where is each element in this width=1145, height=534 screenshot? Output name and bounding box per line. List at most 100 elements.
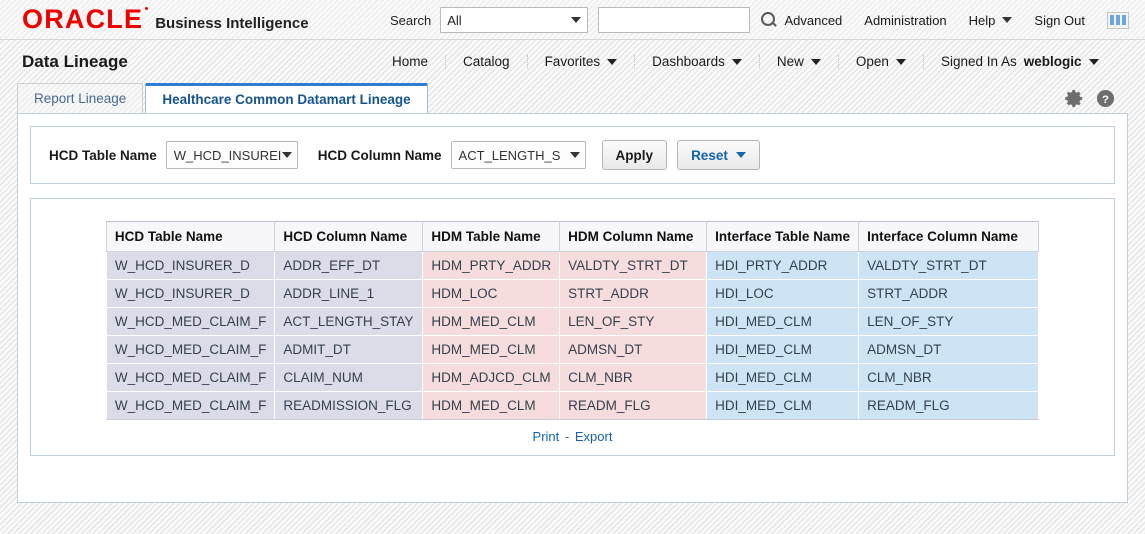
administration-link[interactable]: Administration — [864, 13, 946, 28]
tab-healthcare-common-datamart-lineage[interactable]: Healthcare Common Datamart Lineage — [145, 83, 427, 113]
lineage-table: HCD Table Name HCD Column Name HDM Table… — [106, 221, 1039, 420]
tab-label: Report Lineage — [34, 91, 126, 106]
tab-strip: Report Lineage Healthcare Common Datamar… — [0, 83, 1145, 113]
reset-button[interactable]: Reset — [677, 140, 760, 170]
cell-hdm-table-name: HDM_ADJCD_CLM — [423, 364, 560, 392]
cell-hcd-table-name: W_HCD_INSURER_D — [106, 280, 275, 308]
apply-button-label: Apply — [616, 148, 654, 163]
cell-hdm-column-name: READM_FLG — [560, 392, 707, 420]
chevron-down-icon — [570, 152, 580, 158]
nav-item-open[interactable]: Open — [839, 55, 924, 69]
cell-hcd-column-name: CLAIM_NUM — [275, 364, 423, 392]
help-menu[interactable]: Help — [969, 13, 1013, 28]
chevron-down-icon — [736, 152, 746, 158]
results-footer: Print - Export — [31, 429, 1114, 444]
cell-hdm-column-name: VALDTY_STRT_DT — [560, 252, 707, 280]
nav-item-catalog[interactable]: Catalog — [446, 55, 528, 69]
nav-item-dashboards[interactable]: Dashboards — [635, 55, 760, 69]
chevron-down-icon — [282, 152, 292, 158]
cell-hdm-table-name: HDM_MED_CLM — [423, 336, 560, 364]
global-nav-links: Home Catalog Favorites Dashboards New Op… — [375, 40, 1099, 83]
chevron-down-icon — [571, 17, 581, 23]
tab-tools: ? — [1065, 89, 1115, 108]
footer-separator: - — [563, 429, 571, 444]
hcd-table-name-select[interactable]: W_HCD_INSUREI — [166, 141, 298, 169]
search-scope-value: All — [447, 13, 461, 28]
app-bars-icon[interactable] — [1107, 12, 1129, 29]
page-nav: Data Lineage Home Catalog Favorites Dash… — [0, 40, 1145, 83]
gear-icon[interactable] — [1065, 89, 1084, 108]
nav-item-label: Home — [392, 54, 428, 69]
col-header-interface-table-name[interactable]: Interface Table Name — [707, 222, 859, 252]
apply-button[interactable]: Apply — [602, 140, 668, 170]
hcd-column-name-value: ACT_LENGTH_S — [459, 148, 561, 163]
cell-interface-column-name: LEN_OF_STY — [859, 308, 1039, 336]
cell-hcd-column-name: ADDR_LINE_1 — [275, 280, 423, 308]
table-row: W_HCD_MED_CLAIM_F CLAIM_NUM HDM_ADJCD_CL… — [106, 364, 1038, 392]
content-panel: HCD Table Name W_HCD_INSUREI HCD Column … — [17, 113, 1128, 503]
help-menu-label: Help — [969, 13, 996, 28]
cell-hcd-column-name: READMISSION_FLG — [275, 392, 423, 420]
col-header-hcd-column-name[interactable]: HCD Column Name — [275, 222, 423, 252]
col-header-interface-column-name[interactable]: Interface Column Name — [859, 222, 1039, 252]
search-input[interactable] — [598, 7, 750, 33]
tab-report-lineage[interactable]: Report Lineage — [17, 83, 143, 113]
nav-item-label: Catalog — [463, 54, 510, 69]
cell-interface-table-name: HDI_MED_CLM — [707, 364, 859, 392]
cell-interface-table-name: HDI_PRTY_ADDR — [707, 252, 859, 280]
cell-interface-column-name: CLM_NBR — [859, 364, 1039, 392]
table-row: W_HCD_INSURER_D ADDR_EFF_DT HDM_PRTY_ADD… — [106, 252, 1038, 280]
table-row: W_HCD_INSURER_D ADDR_LINE_1 HDM_LOC STRT… — [106, 280, 1038, 308]
cell-interface-table-name: HDI_MED_CLM — [707, 392, 859, 420]
nav-item-label: New — [777, 54, 804, 69]
cell-hcd-table-name: W_HCD_MED_CLAIM_F — [106, 336, 275, 364]
cell-hdm-column-name: ADMSN_DT — [560, 336, 707, 364]
chevron-down-icon — [607, 59, 617, 65]
col-header-hdm-column-name[interactable]: HDM Column Name — [560, 222, 707, 252]
cell-interface-column-name: ADMSN_DT — [859, 336, 1039, 364]
results-panel: HCD Table Name HCD Column Name HDM Table… — [30, 198, 1115, 456]
cell-hdm-table-name: HDM_MED_CLM — [423, 308, 560, 336]
svg-text:?: ? — [1102, 94, 1109, 106]
signed-in-user: weblogic — [1024, 54, 1082, 69]
reset-button-label: Reset — [691, 148, 728, 163]
cell-hcd-table-name: W_HCD_MED_CLAIM_F — [106, 308, 275, 336]
chevron-down-icon — [811, 59, 821, 65]
global-header: ORACLE Business Intelligence Search All … — [0, 0, 1145, 40]
help-circle-icon[interactable]: ? — [1096, 89, 1115, 108]
cell-hdm-table-name: HDM_LOC — [423, 280, 560, 308]
sign-out-link[interactable]: Sign Out — [1034, 13, 1085, 28]
cell-hdm-column-name: STRT_ADDR — [560, 280, 707, 308]
hcd-column-name-select[interactable]: ACT_LENGTH_S — [451, 141, 586, 169]
cell-interface-column-name: STRT_ADDR — [859, 280, 1039, 308]
cell-hdm-table-name: HDM_MED_CLM — [423, 392, 560, 420]
nav-item-home[interactable]: Home — [375, 55, 446, 69]
table-row: W_HCD_MED_CLAIM_F ACT_LENGTH_STAY HDM_ME… — [106, 308, 1038, 336]
search-icon[interactable] — [760, 11, 778, 29]
advanced-link[interactable]: Advanced — [784, 13, 842, 28]
search-scope-select[interactable]: All — [440, 7, 588, 33]
tab-label: Healthcare Common Datamart Lineage — [162, 92, 410, 107]
export-link[interactable]: Export — [575, 429, 613, 444]
filter-bar: HCD Table Name W_HCD_INSUREI HCD Column … — [30, 126, 1115, 184]
cell-interface-table-name: HDI_MED_CLM — [707, 308, 859, 336]
page-title: Data Lineage — [22, 52, 128, 72]
nav-item-label: Favorites — [545, 54, 601, 69]
nav-item-label: Open — [856, 54, 889, 69]
global-search: Search All — [390, 0, 778, 40]
hcd-table-name-label: HCD Table Name — [49, 148, 157, 163]
cell-hdm-table-name: HDM_PRTY_ADDR — [423, 252, 560, 280]
cell-interface-column-name: VALDTY_STRT_DT — [859, 252, 1039, 280]
signed-in-menu[interactable]: Signed In As weblogic — [924, 55, 1099, 69]
hcd-table-name-value: W_HCD_INSUREI — [174, 148, 282, 163]
table-row: W_HCD_MED_CLAIM_F ADMIT_DT HDM_MED_CLM A… — [106, 336, 1038, 364]
col-header-hcd-table-name[interactable]: HCD Table Name — [106, 222, 275, 252]
nav-item-favorites[interactable]: Favorites — [528, 55, 636, 69]
cell-interface-column-name: READM_FLG — [859, 392, 1039, 420]
cell-hcd-table-name: W_HCD_INSURER_D — [106, 252, 275, 280]
nav-item-new[interactable]: New — [760, 55, 839, 69]
print-link[interactable]: Print — [533, 429, 560, 444]
oracle-wordmark: ORACLE — [22, 6, 143, 33]
table-body: W_HCD_INSURER_D ADDR_EFF_DT HDM_PRTY_ADD… — [106, 252, 1038, 420]
col-header-hdm-table-name[interactable]: HDM Table Name — [423, 222, 560, 252]
